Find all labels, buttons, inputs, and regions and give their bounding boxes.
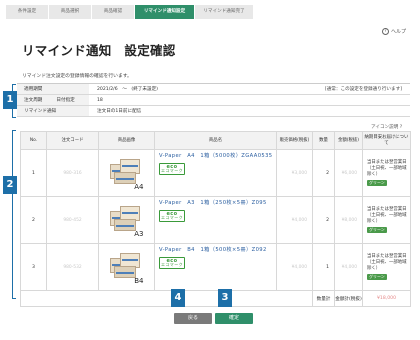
delivery-text: 当日または翌営業日（土日祝、一部地域除く） [367,159,407,177]
totals-row: 数量計 金額計(税抜) ¥18,000 [20,290,411,307]
settings-row-period: 適用期間 2021/2/6 ～ (終了未設定) [通常：この設定を登録通り行いま… [17,84,410,95]
settings-table: 適用期間 2021/2/6 ～ (終了未設定) [通常：この設定を登録通り行いま… [17,83,410,117]
size-label: A4 [134,183,144,191]
remind-value: 注文日の1日前に配信 [97,109,142,114]
back-button[interactable]: 戻る [174,313,212,324]
product-image: A4 [98,149,155,197]
row-no: 3 [20,243,47,291]
eco-mark-icon: eco エコマーク [159,210,185,222]
confirm-button[interactable]: 確定 [215,313,253,324]
order-cycle-sub: 日付指定 [56,98,75,103]
row-no: 1 [20,149,47,197]
col-code: 注文コード [46,131,99,150]
section-2-bracket [12,130,16,299]
product-image: A3 [98,196,155,244]
callout-badge-4: 4 [171,289,185,307]
delivery-text: 当日または翌営業日（土日祝、一部地域除く） [367,253,407,271]
help-icon: ? [382,28,389,35]
col-image: 商品画像 [98,131,155,150]
intro-text: リマインド注文設定の登録情報の確認を行います。 [22,74,132,79]
settings-row-order-cycle: 注文周期 日付指定 18 [17,95,410,106]
green-purchase-icon: グリーン [367,179,387,186]
period-note: [通常：この設定を登録通り行います] [324,87,402,92]
row-amount: ¥8,000 [334,196,363,244]
col-price: 販売価格(税抜) [276,131,313,150]
size-label: A3 [134,230,144,238]
eco-mark-icon: eco エコマーク [159,163,185,175]
product-name-link[interactable]: V-Paper A3 1箱（250枚×5冊）Z095 [159,200,267,206]
row-price: ¥3,000 [276,149,313,197]
row-code: 980-532 [46,243,99,291]
step-remind-complete: リマインド通知完了 [195,5,253,19]
order-cycle-label: 注文周期 [24,98,43,103]
row-amount: ¥6,000 [334,149,363,197]
help-label: ヘルプ [391,29,407,35]
size-label: B4 [134,277,144,285]
product-table: No. 注文コード 商品画像 商品名 販売価格(税抜) 数量 金額(税抜) 納期… [20,131,411,307]
amount-total-label: 金額計(税抜) [334,290,363,307]
table-header: No. 注文コード 商品画像 商品名 販売価格(税抜) 数量 金額(税抜) 納期… [20,131,411,150]
delivery-text: 当日または翌営業日（土日祝、一部地域除く） [367,206,407,224]
row-qty: 1 [312,243,335,291]
row-code: 980-452 [46,196,99,244]
row-price: ¥4,000 [276,243,313,291]
step-product-select: 商品選択 [49,5,91,19]
progress-steps: 条件設定 商品選択 商品確認 リマインド通知設定 リマインド通知完了 [6,5,254,19]
green-purchase-icon: グリーン [367,273,387,280]
row-qty: 2 [312,149,335,197]
icon-description-link[interactable]: アイコン説明 ? [371,124,402,130]
step-remind-setting: リマインド通知設定 [135,5,194,19]
eco-mark-icon: eco エコマーク [159,257,185,269]
qty-total-label: 数量計 [312,290,335,307]
row-amount: ¥4,000 [334,243,363,291]
row-qty: 2 [312,196,335,244]
row-code: 980-316 [46,149,99,197]
green-purchase-icon: グリーン [367,226,387,233]
col-name: 商品名 [154,131,277,150]
table-row: 3 980-532 B4 V-Paper B4 1箱（500枚×5冊）Z092 … [20,243,411,291]
period-label: 適用期間 [17,84,89,94]
settings-row-remind: リマインド通知 注文日の1日前に配信 [17,106,410,117]
step-product-confirm: 商品確認 [92,5,134,19]
col-no: No. [20,131,47,150]
step-condition: 条件設定 [6,5,48,19]
page-title: リマインド通知 設定確認 [22,43,176,58]
callout-badge-3: 3 [218,289,232,307]
product-name-link[interactable]: V-Paper B4 1箱（500枚×5冊）Z092 [159,247,267,253]
row-no: 2 [20,196,47,244]
product-image: B4 [98,243,155,291]
table-row: 2 980-452 A3 V-Paper A3 1箱（250枚×5冊）Z095 … [20,196,411,244]
col-qty: 数量 [312,131,335,150]
callout-badge-1: 1 [3,91,17,109]
col-amount: 金額(税抜) [334,131,363,150]
period-value: 2021/2/6 ～ (終了未設定) [97,87,158,92]
remind-label: リマインド通知 [17,106,89,116]
col-return: 納期目安お届けについて [362,131,411,150]
row-price: ¥4,000 [276,196,313,244]
product-name-link[interactable]: V-Paper A4 1箱（5000枚）ZGAA0535 [159,153,273,159]
order-cycle-value: 18 [97,98,103,103]
help-link[interactable]: ? ヘルプ [382,28,406,35]
callout-badge-2: 2 [3,176,17,194]
amount-total-value: ¥18,000 [362,290,411,307]
table-row: 1 980-316 A4 V-Paper A4 1箱（5000枚）ZGAA053… [20,149,411,197]
